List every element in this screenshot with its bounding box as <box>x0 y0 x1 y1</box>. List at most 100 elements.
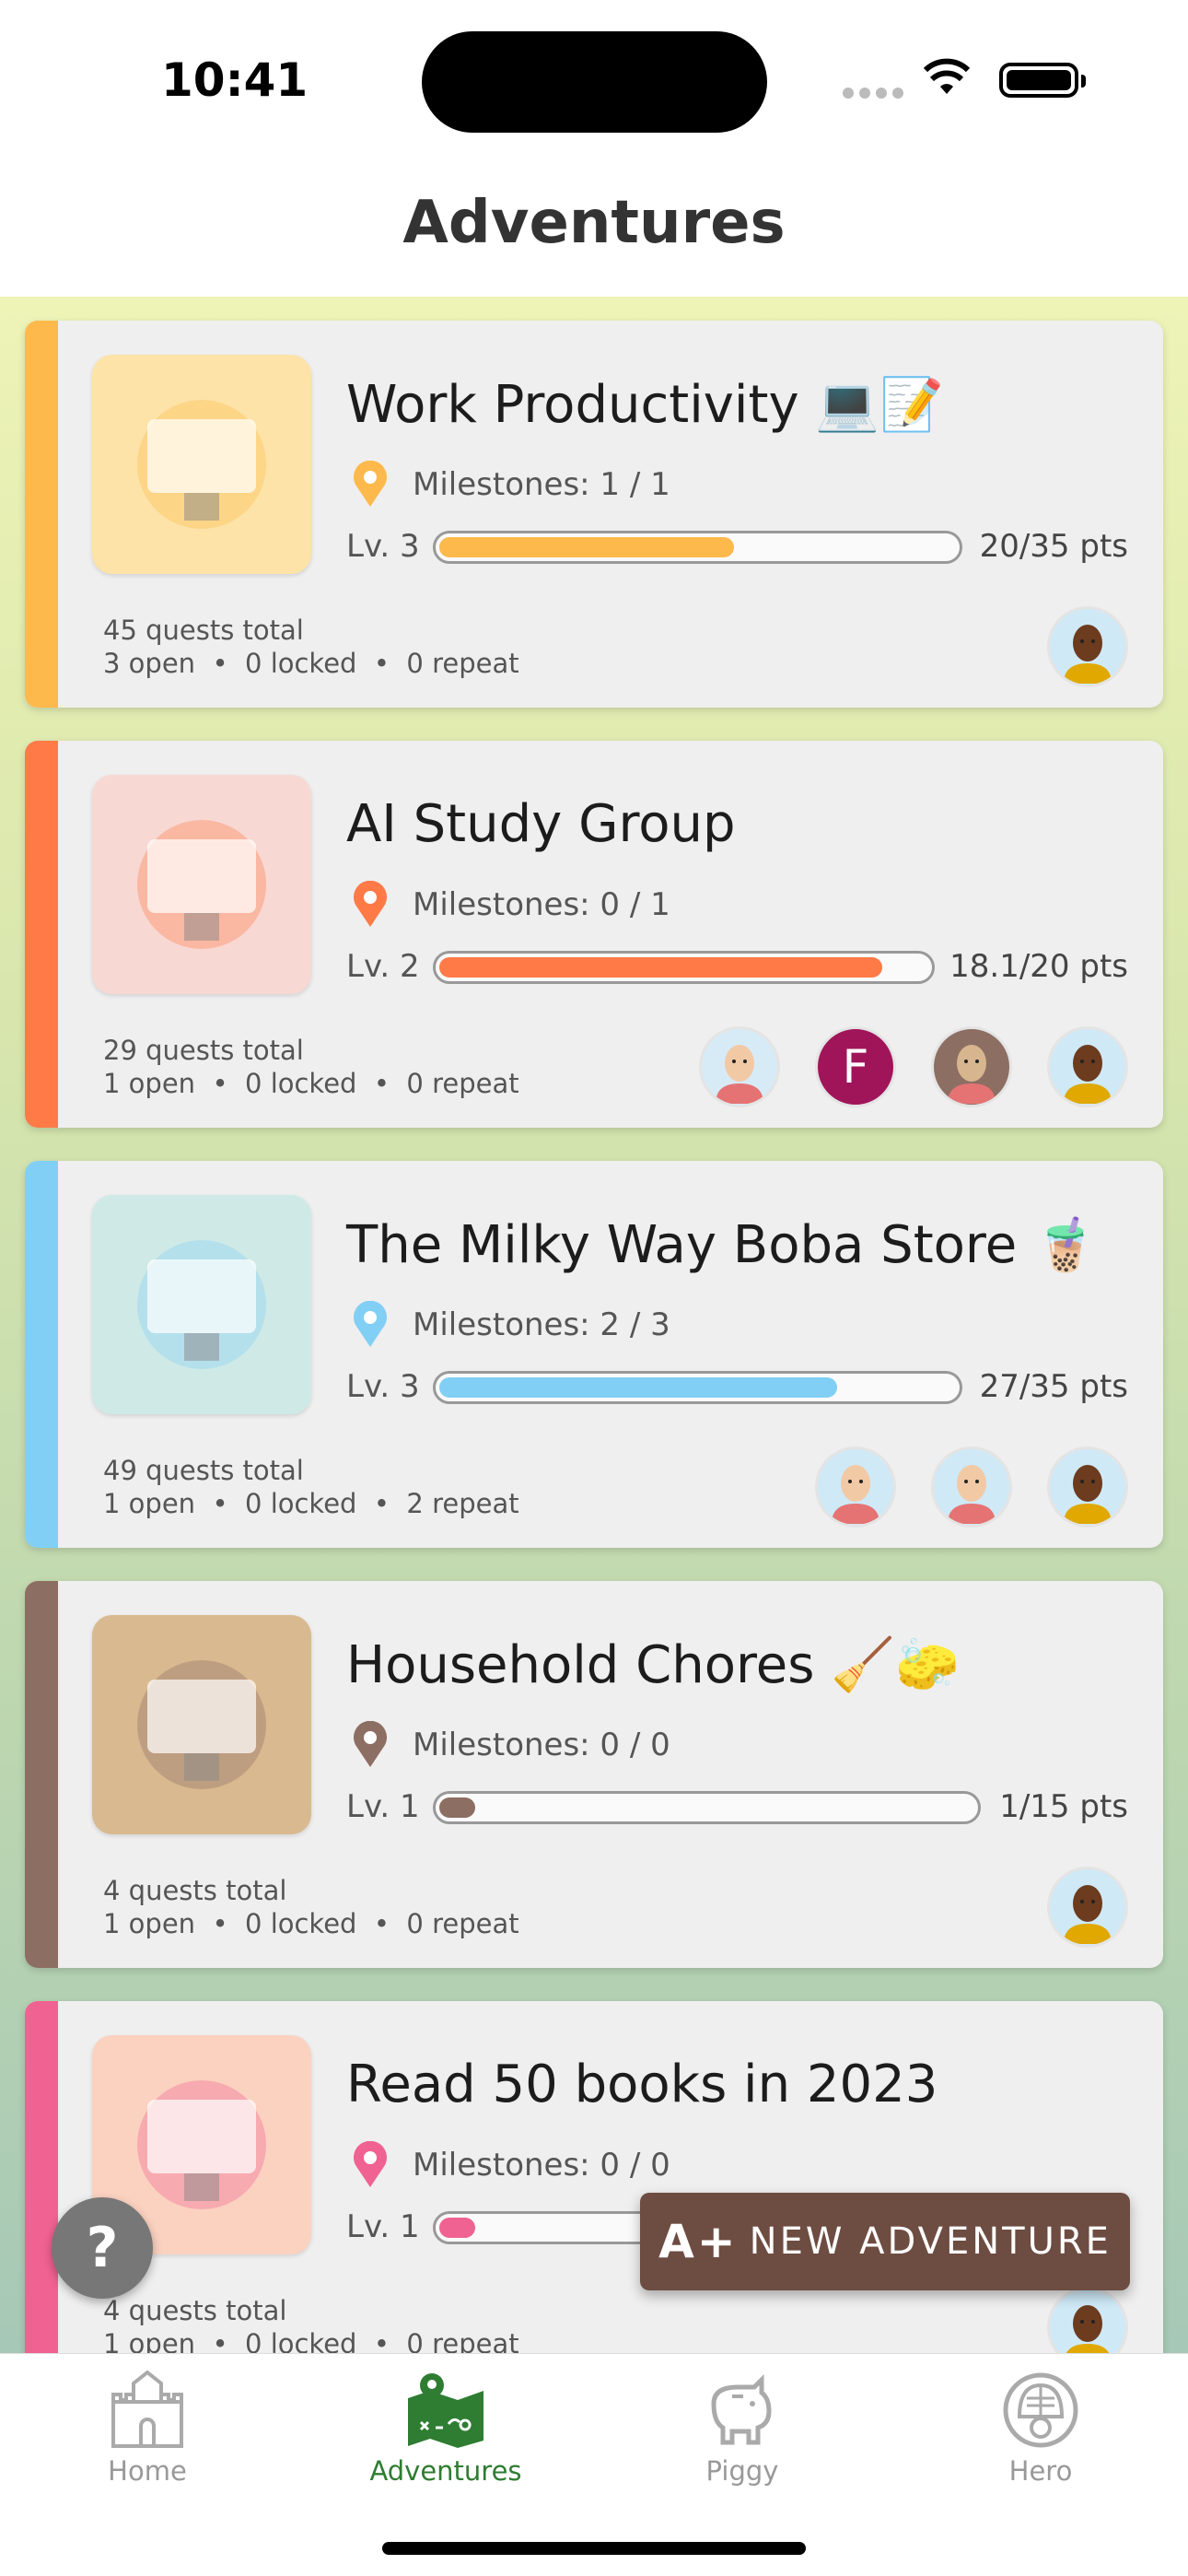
redhead-avatar[interactable] <box>699 1026 780 1107</box>
quests-total: 49 quests total <box>103 1455 304 1486</box>
quest-summary: 49 quests total 1 open • 0 locked • 2 re… <box>103 1454 519 1520</box>
level: Lv. 3 <box>346 528 420 565</box>
progress-fill <box>439 957 882 978</box>
tab-label: Hero <box>1008 2455 1073 2487</box>
tab-piggy[interactable]: Piggy <box>650 2371 834 2487</box>
adventure-card[interactable]: AI Study Group Milestones: 0 / 1 Lv. 2 1… <box>25 741 1163 1128</box>
a-plus-icon: A+ <box>658 2215 739 2268</box>
quest-counts: 1 open • 0 locked • 0 repeat <box>103 1068 519 1099</box>
location-pin-icon <box>354 2141 387 2187</box>
home-indicator <box>382 2542 806 2555</box>
map-icon <box>408 2373 483 2448</box>
milestones-text: Milestones: 0 / 0 <box>413 1727 670 1763</box>
hero-avatar[interactable] <box>1047 1026 1128 1107</box>
hero-avatar[interactable] <box>1047 1867 1128 1948</box>
member-avatars <box>1047 1867 1128 1948</box>
milestones: Milestones: 0 / 0 <box>352 2141 670 2189</box>
cellular-signal-icon <box>843 88 903 99</box>
adventure-card[interactable]: Read 50 books in 2023 Milestones: 0 / 0 … <box>25 2001 1163 2353</box>
cap-boy-avatar[interactable] <box>815 1446 896 1528</box>
help-button[interactable]: ? <box>52 2197 153 2299</box>
level: Lv. 1 <box>346 2208 420 2245</box>
quest-summary: 4 quests total 1 open • 0 locked • 0 rep… <box>103 2294 519 2353</box>
color-stripe <box>25 2001 58 2353</box>
hero-avatar[interactable] <box>1047 1446 1128 1528</box>
tab-adventures[interactable]: Adventures <box>354 2371 538 2487</box>
adventure-title: The Milky Way Boba Store 🧋 <box>346 1215 1098 1275</box>
quests-total: 4 quests total <box>103 1875 287 1906</box>
color-stripe <box>25 1581 58 1968</box>
wifi-icon <box>924 58 970 94</box>
battery-icon <box>999 63 1086 98</box>
milestones: Milestones: 0 / 0 <box>352 1721 670 1769</box>
adventure-title: AI Study Group <box>346 794 736 854</box>
member-avatars <box>815 1446 1128 1528</box>
location-pin-icon <box>354 1301 387 1347</box>
progress-bar <box>433 531 962 564</box>
points: 20/35 pts <box>979 528 1128 565</box>
quest-counts: 1 open • 0 locked • 2 repeat <box>103 1488 519 1519</box>
quest-counts: 1 open • 0 locked • 0 repeat <box>103 2328 519 2353</box>
quest-counts: 1 open • 0 locked • 0 repeat <box>103 1908 519 1939</box>
status-bar: 10:41 <box>0 0 1188 147</box>
milestones: Milestones: 2 / 3 <box>352 1301 670 1349</box>
adventure-list[interactable]: Work Productivity 💻📝 Milestones: 1 / 1 L… <box>0 297 1188 2353</box>
tab-hero[interactable]: Hero <box>949 2371 1133 2487</box>
clock: 10:41 <box>161 53 309 107</box>
color-stripe <box>25 1161 58 1548</box>
tab-label: Adventures <box>369 2455 522 2487</box>
quest-summary: 29 quests total 1 open • 0 locked • 0 re… <box>103 1034 519 1100</box>
castle-icon <box>111 2371 183 2448</box>
points: 1/15 pts <box>999 1788 1128 1825</box>
milestones-text: Milestones: 2 / 3 <box>413 1306 670 1343</box>
quests-total: 29 quests total <box>103 1035 304 1066</box>
member-avatars <box>1047 606 1128 687</box>
points: 27/35 pts <box>979 1368 1128 1405</box>
quest-summary: 4 quests total 1 open • 0 locked • 0 rep… <box>103 1874 519 1940</box>
tab-home[interactable]: Home <box>55 2371 239 2487</box>
adventure-card[interactable]: The Milky Way Boba Store 🧋 Milestones: 2… <box>25 1161 1163 1548</box>
adventure-thumbnail <box>92 775 311 994</box>
level: Lv. 3 <box>346 1368 420 1405</box>
hero-avatar[interactable] <box>1047 2287 1128 2353</box>
hero-avatar[interactable] <box>1047 606 1128 687</box>
points: 18.1/20 pts <box>949 948 1128 985</box>
milestones: Milestones: 0 / 1 <box>352 881 670 929</box>
member-avatars <box>1047 2287 1128 2353</box>
piggy-bank-icon <box>711 2373 772 2445</box>
color-stripe <box>25 321 58 708</box>
knight-helmet-icon <box>1003 2372 1078 2448</box>
adventure-card[interactable]: Household Chores 🧹🧽 Milestones: 0 / 0 Lv… <box>25 1581 1163 1968</box>
level: Lv. 2 <box>346 948 420 985</box>
girl-avatar[interactable] <box>931 1446 1012 1528</box>
milestones-text: Milestones: 1 / 1 <box>413 466 670 503</box>
sloth-avatar[interactable] <box>931 1026 1012 1107</box>
level: Lv. 1 <box>346 1788 420 1825</box>
location-pin-icon <box>354 881 387 927</box>
milestones-text: Milestones: 0 / 1 <box>413 886 670 923</box>
adventure-title: Read 50 books in 2023 <box>346 2055 938 2114</box>
dynamic-island <box>422 31 767 133</box>
new-adventure-button[interactable]: A+ NEW ADVENTURE <box>640 2193 1130 2290</box>
location-pin-icon <box>354 461 387 507</box>
quest-summary: 45 quests total 3 open • 0 locked • 0 re… <box>103 614 519 680</box>
quest-counts: 3 open • 0 locked • 0 repeat <box>103 648 519 679</box>
progress-fill <box>439 1377 837 1398</box>
tab-label: Home <box>108 2455 187 2487</box>
adventure-title: Household Chores 🧹🧽 <box>346 1635 960 1695</box>
location-pin-icon <box>354 1721 387 1767</box>
milestones-text: Milestones: 0 / 0 <box>413 2147 670 2184</box>
progress-fill <box>439 1797 475 1818</box>
adventure-card[interactable]: Work Productivity 💻📝 Milestones: 1 / 1 L… <box>25 321 1163 708</box>
adventure-thumbnail <box>92 1615 311 1834</box>
page-title: Adventures <box>402 189 786 257</box>
milestones: Milestones: 1 / 1 <box>352 461 670 509</box>
quests-total: 45 quests total <box>103 615 304 646</box>
member-avatar-letter[interactable]: F <box>815 1026 896 1107</box>
progress-bar <box>433 1371 962 1404</box>
quests-total: 4 quests total <box>103 2295 287 2326</box>
member-avatars: F <box>699 1026 1128 1107</box>
tab-label: Piggy <box>705 2455 779 2487</box>
adventure-thumbnail <box>92 355 311 574</box>
adventure-title: Work Productivity 💻📝 <box>346 375 944 435</box>
